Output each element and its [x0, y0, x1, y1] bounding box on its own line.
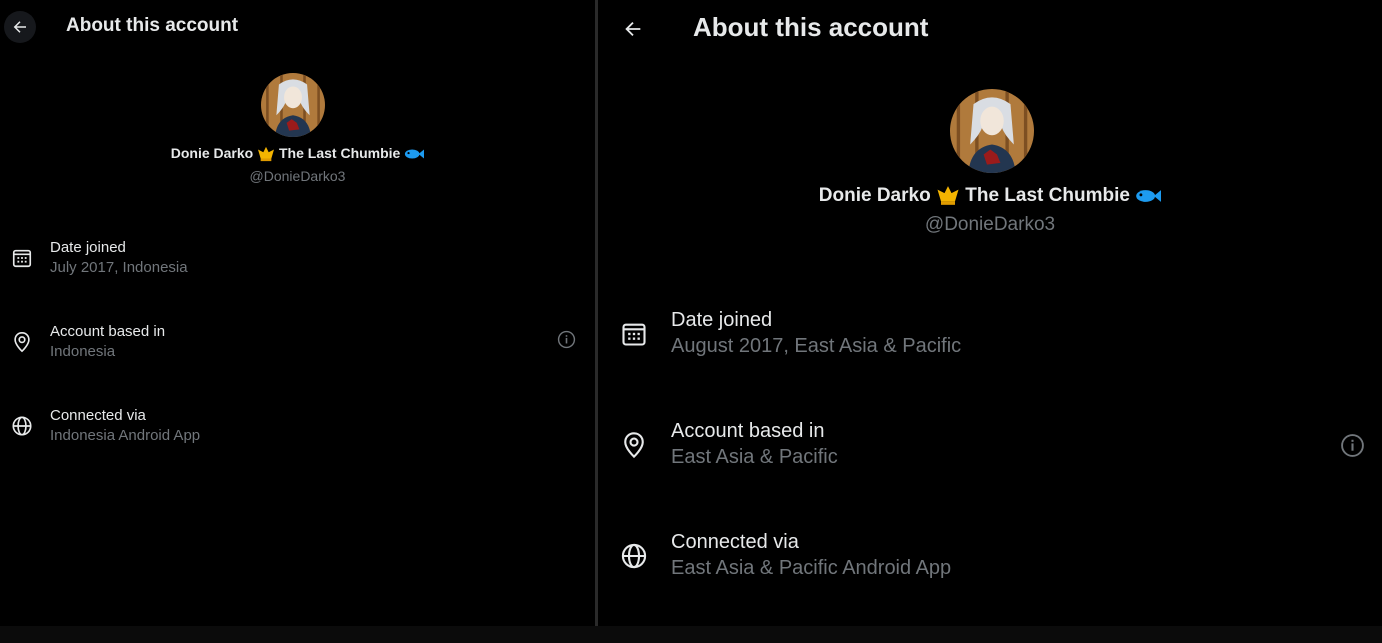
- calendar-icon: [618, 318, 650, 350]
- back-button[interactable]: [4, 11, 36, 43]
- location-pin-icon: [10, 330, 34, 354]
- crown-emoji-icon: [258, 147, 275, 162]
- fish-emoji-icon: [1136, 190, 1162, 202]
- connected-via-value: Indonesia Android App: [50, 427, 201, 444]
- avatar-image: [261, 73, 325, 137]
- profile-handle: @DonieDarko3: [924, 214, 1056, 235]
- account-based-in-value: Indonesia: [50, 343, 116, 360]
- arrow-left-icon: [13, 21, 26, 33]
- account-based-in-label: Account based in: [671, 420, 825, 442]
- avatar[interactable]: [261, 73, 325, 137]
- fish-emoji-icon: [405, 149, 425, 159]
- right-panel: About this account Donie Darko The Last …: [598, 0, 1382, 626]
- crown-emoji-icon: [937, 186, 959, 206]
- left-panel: About this account Donie Darko The Last …: [0, 0, 595, 626]
- connected-via-label: Connected via: [671, 531, 799, 553]
- profile-handle: @DonieDarko3: [249, 168, 346, 184]
- display-name: Donie Darko: [170, 145, 254, 161]
- display-name: Donie Darko: [818, 185, 931, 206]
- bottom-strip: [0, 626, 1382, 643]
- connected-via-label: Connected via: [50, 407, 146, 424]
- avatar[interactable]: [950, 89, 1034, 173]
- date-joined-value: July 2017, Indonesia: [50, 259, 188, 276]
- avatar-image: [950, 89, 1034, 173]
- page-title: About this account: [66, 15, 239, 36]
- back-button[interactable]: [616, 12, 650, 46]
- page-title: About this account: [693, 12, 929, 42]
- info-icon[interactable]: [1338, 431, 1366, 459]
- profile-name-line: Donie Darko The Last Chumbie: [598, 185, 1382, 207]
- display-name-suffix: The Last Chumbie: [279, 145, 401, 161]
- calendar-icon: [10, 246, 34, 270]
- account-based-in-value: East Asia & Pacific: [671, 446, 838, 468]
- connected-via-value: East Asia & Pacific Android App: [671, 557, 952, 579]
- display-name-suffix: The Last Chumbie: [965, 185, 1130, 206]
- globe-icon: [618, 540, 650, 572]
- account-based-in-label: Account based in: [50, 323, 166, 340]
- info-icon[interactable]: [555, 328, 577, 350]
- date-joined-value: August 2017, East Asia & Pacific: [671, 335, 962, 357]
- date-joined-label: Date joined: [671, 309, 773, 331]
- location-pin-icon: [618, 429, 650, 461]
- globe-icon: [10, 414, 34, 438]
- date-joined-label: Date joined: [50, 239, 126, 256]
- arrow-left-icon: [625, 21, 641, 37]
- profile-name-line: Donie Darko The Last Chumbie: [0, 145, 595, 162]
